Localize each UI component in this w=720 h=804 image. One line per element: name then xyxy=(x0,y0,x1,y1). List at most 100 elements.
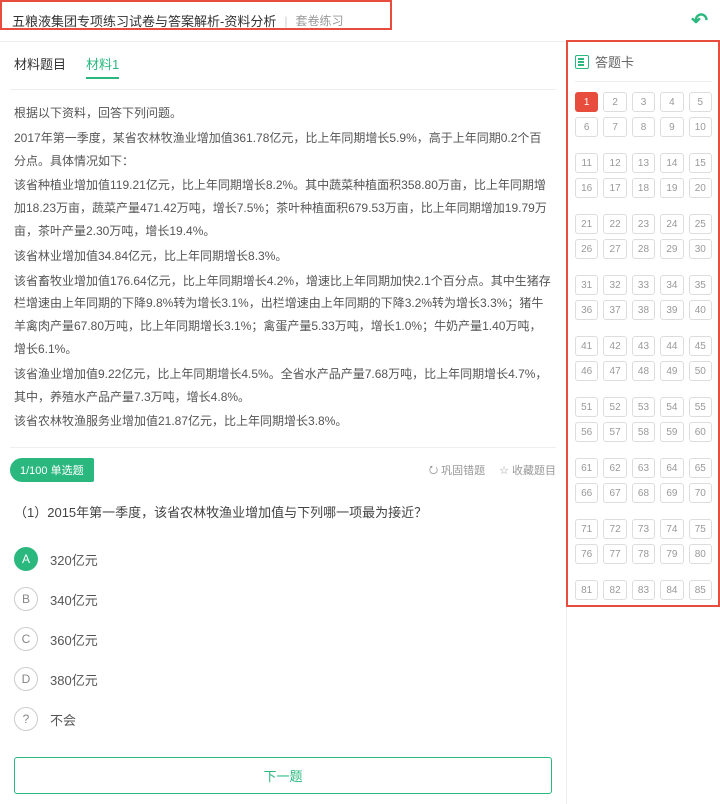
answer-cell[interactable]: 1 xyxy=(575,92,598,112)
answer-cell[interactable]: 61 xyxy=(575,458,598,478)
answer-cell[interactable]: 21 xyxy=(575,214,598,234)
answer-cell[interactable]: 37 xyxy=(603,300,626,320)
answer-cell[interactable]: 42 xyxy=(603,336,626,356)
answer-cell[interactable]: 55 xyxy=(689,397,712,417)
answer-cell[interactable]: 79 xyxy=(660,544,683,564)
answer-cell[interactable]: 6 xyxy=(575,117,598,137)
answer-cell[interactable]: 63 xyxy=(632,458,655,478)
answer-cell[interactable]: 38 xyxy=(632,300,655,320)
answer-cell[interactable]: 84 xyxy=(660,580,683,600)
answer-cell[interactable]: 45 xyxy=(689,336,712,356)
answer-cell[interactable]: 76 xyxy=(575,544,598,564)
answer-cell[interactable]: 78 xyxy=(632,544,655,564)
answer-cell[interactable]: 24 xyxy=(660,214,683,234)
favorite-button[interactable]: ☆ 收藏题目 xyxy=(499,461,556,480)
answer-cell[interactable]: 73 xyxy=(632,519,655,539)
page-subtitle: 套卷练习 xyxy=(295,12,343,29)
answer-cell[interactable]: 27 xyxy=(603,239,626,259)
answer-cell[interactable]: 20 xyxy=(689,178,712,198)
answer-cell[interactable]: 66 xyxy=(575,483,598,503)
answer-cell[interactable]: 43 xyxy=(632,336,655,356)
answer-cell[interactable]: 57 xyxy=(603,422,626,442)
answer-cell[interactable]: 12 xyxy=(603,153,626,173)
answer-cell[interactable]: 14 xyxy=(660,153,683,173)
answer-cell[interactable]: 70 xyxy=(689,483,712,503)
answer-cell[interactable]: 5 xyxy=(689,92,712,112)
answer-cell[interactable]: 15 xyxy=(689,153,712,173)
option-b[interactable]: B 340亿元 xyxy=(14,579,552,619)
answer-cell[interactable]: 17 xyxy=(603,178,626,198)
answer-cell[interactable]: 85 xyxy=(689,580,712,600)
answer-cell[interactable]: 49 xyxy=(660,361,683,381)
answer-cell[interactable]: 67 xyxy=(603,483,626,503)
answer-cell[interactable]: 7 xyxy=(603,117,626,137)
answer-cell[interactable]: 26 xyxy=(575,239,598,259)
passage-line: 该省农林牧渔服务业增加值21.87亿元，比上年同期增长3.8%。 xyxy=(14,410,552,433)
answer-cell[interactable]: 81 xyxy=(575,580,598,600)
answer-cell[interactable]: 72 xyxy=(603,519,626,539)
answer-cell[interactable]: 23 xyxy=(632,214,655,234)
answer-cell[interactable]: 30 xyxy=(689,239,712,259)
answer-cell[interactable]: 25 xyxy=(689,214,712,234)
answer-cell[interactable]: 22 xyxy=(603,214,626,234)
option-text: 不会 xyxy=(50,710,76,729)
consolidate-button[interactable]: ⭮ 巩固错题 xyxy=(429,461,485,480)
answer-cell[interactable]: 65 xyxy=(689,458,712,478)
answer-cell[interactable]: 4 xyxy=(660,92,683,112)
answer-cell[interactable]: 39 xyxy=(660,300,683,320)
answer-cell[interactable]: 83 xyxy=(632,580,655,600)
answer-cell[interactable]: 77 xyxy=(603,544,626,564)
answer-cell[interactable]: 71 xyxy=(575,519,598,539)
answer-cell[interactable]: 60 xyxy=(689,422,712,442)
answer-cell[interactable]: 80 xyxy=(689,544,712,564)
answer-cell[interactable]: 69 xyxy=(660,483,683,503)
answer-cell[interactable]: 44 xyxy=(660,336,683,356)
answer-cell[interactable]: 40 xyxy=(689,300,712,320)
answer-cell[interactable]: 16 xyxy=(575,178,598,198)
option-d[interactable]: D 380亿元 xyxy=(14,659,552,699)
answer-cell[interactable]: 11 xyxy=(575,153,598,173)
next-button[interactable]: 下一题 xyxy=(14,757,552,794)
answer-cell[interactable]: 3 xyxy=(632,92,655,112)
answer-cell[interactable]: 74 xyxy=(660,519,683,539)
answer-cell[interactable]: 51 xyxy=(575,397,598,417)
answer-cell[interactable]: 28 xyxy=(632,239,655,259)
answer-cell[interactable]: 82 xyxy=(603,580,626,600)
answer-cell[interactable]: 8 xyxy=(632,117,655,137)
answer-cell[interactable]: 48 xyxy=(632,361,655,381)
answer-cell[interactable]: 52 xyxy=(603,397,626,417)
answer-cell[interactable]: 19 xyxy=(660,178,683,198)
answer-cell[interactable]: 33 xyxy=(632,275,655,295)
passage-line: 该省种植业增加值119.21亿元，比上年同期增长8.2%。其中蔬菜种植面积358… xyxy=(14,174,552,242)
answer-cell[interactable]: 2 xyxy=(603,92,626,112)
answer-cell[interactable]: 36 xyxy=(575,300,598,320)
answer-cell[interactable]: 62 xyxy=(603,458,626,478)
answer-cell[interactable]: 47 xyxy=(603,361,626,381)
back-arrow-icon[interactable]: ↶ xyxy=(691,8,708,33)
answer-cell[interactable]: 32 xyxy=(603,275,626,295)
answer-cell[interactable]: 18 xyxy=(632,178,655,198)
answer-cell[interactable]: 35 xyxy=(689,275,712,295)
option-c[interactable]: C 360亿元 xyxy=(14,619,552,659)
answer-cell[interactable]: 9 xyxy=(660,117,683,137)
answer-cell[interactable]: 13 xyxy=(632,153,655,173)
answer-cell[interactable]: 64 xyxy=(660,458,683,478)
answer-cell[interactable]: 34 xyxy=(660,275,683,295)
answer-cell[interactable]: 50 xyxy=(689,361,712,381)
answer-cell[interactable]: 41 xyxy=(575,336,598,356)
answer-cell[interactable]: 53 xyxy=(632,397,655,417)
answer-cell[interactable]: 75 xyxy=(689,519,712,539)
tab-material-topic[interactable]: 材料题目 xyxy=(14,54,66,79)
tab-material-1[interactable]: 材料1 xyxy=(86,54,119,79)
option-unknown[interactable]: ? 不会 xyxy=(14,699,552,739)
answer-cell[interactable]: 31 xyxy=(575,275,598,295)
answer-cell[interactable]: 56 xyxy=(575,422,598,442)
answer-cell[interactable]: 68 xyxy=(632,483,655,503)
answer-cell[interactable]: 54 xyxy=(660,397,683,417)
answer-cell[interactable]: 29 xyxy=(660,239,683,259)
answer-cell[interactable]: 10 xyxy=(689,117,712,137)
answer-cell[interactable]: 58 xyxy=(632,422,655,442)
answer-cell[interactable]: 59 xyxy=(660,422,683,442)
answer-cell[interactable]: 46 xyxy=(575,361,598,381)
option-a[interactable]: A 320亿元 xyxy=(14,539,552,579)
